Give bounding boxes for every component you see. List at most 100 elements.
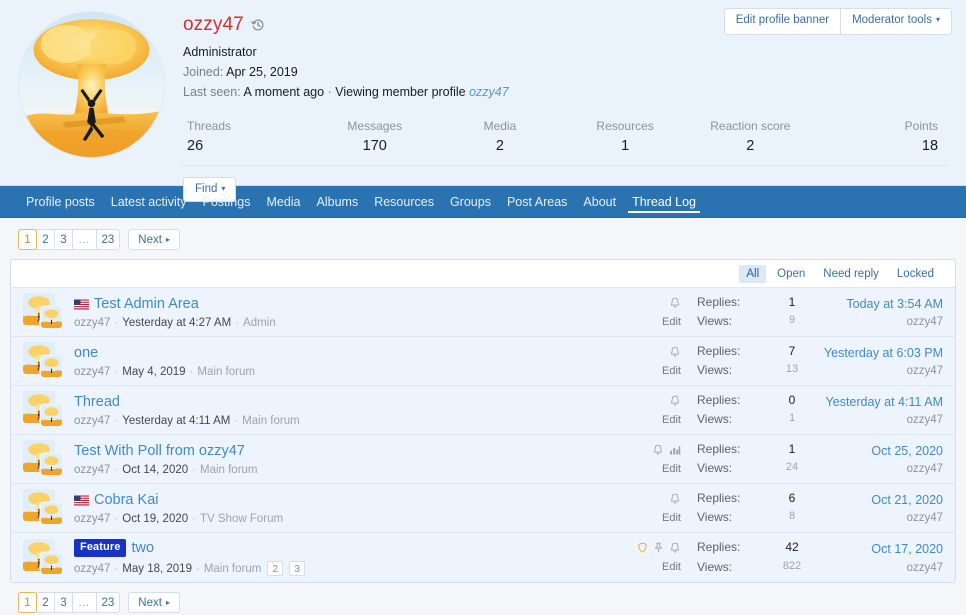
table-row[interactable]: Test Admin Area ozzy47 · Yesterday at 4:… — [11, 288, 955, 337]
bell-icon[interactable] — [669, 296, 681, 314]
thread-forum[interactable]: TV Show Forum — [200, 513, 283, 525]
views-count: 8 — [788, 510, 796, 522]
thread-forum[interactable]: Main forum — [242, 415, 300, 427]
last-message-date[interactable]: Yesterday at 6:03 PM — [815, 345, 943, 363]
thread-title[interactable]: one — [74, 344, 98, 362]
bell-icon[interactable] — [669, 492, 681, 510]
avatar[interactable] — [19, 12, 164, 157]
shield-icon[interactable] — [637, 541, 648, 559]
thread-page-link-3[interactable]: 3 — [289, 561, 306, 577]
edit-thread-link[interactable]: Edit — [662, 561, 681, 573]
thread-author[interactable]: ozzy47 — [74, 464, 110, 476]
filter-open[interactable]: Open — [770, 265, 812, 283]
table-row[interactable]: Test With Poll from ozzy47 ozzy47 · Oct … — [11, 435, 955, 484]
edit-thread-link[interactable]: Edit — [662, 316, 681, 328]
thread-author[interactable]: ozzy47 — [74, 317, 110, 329]
last-message-date[interactable]: Today at 3:54 AM — [815, 296, 943, 314]
history-icon[interactable] — [251, 18, 265, 32]
thread-forum[interactable]: Main forum — [204, 563, 262, 575]
bell-icon[interactable] — [652, 443, 664, 461]
avatar[interactable] — [23, 489, 65, 527]
tab-postings[interactable]: Postings — [195, 186, 259, 218]
page-button-3[interactable]: 3 — [54, 592, 73, 613]
thread-page-link-2[interactable]: 2 — [267, 561, 284, 577]
page-button-23[interactable]: 23 — [95, 592, 121, 613]
edit-thread-link[interactable]: Edit — [662, 512, 681, 524]
tab-albums[interactable]: Albums — [309, 186, 367, 218]
last-message: Oct 17, 2020 ozzy47 — [815, 541, 943, 574]
filter-need-reply[interactable]: Need reply — [816, 265, 886, 283]
page-button-3[interactable]: 3 — [54, 229, 73, 250]
last-seen-profile-link[interactable]: ozzy47 — [469, 85, 509, 99]
thread-stats: Replies: Views: 0 1 — [683, 391, 815, 429]
tab-groups[interactable]: Groups — [442, 186, 499, 218]
last-message-date[interactable]: Yesterday at 4:11 AM — [815, 394, 943, 412]
moderator-tools-button[interactable]: Moderator tools ▾ — [840, 8, 952, 35]
avatar[interactable] — [23, 391, 65, 429]
avatar[interactable] — [23, 538, 65, 577]
thread-forum[interactable]: Main forum — [200, 464, 258, 476]
tab-about[interactable]: About — [575, 186, 624, 218]
edit-thread-link[interactable]: Edit — [662, 414, 681, 426]
table-row[interactable]: Cobra Kai ozzy47 · Oct 19, 2020 · TV Sho… — [11, 484, 955, 533]
last-message: Yesterday at 6:03 PM ozzy47 — [815, 345, 943, 378]
last-message-user[interactable]: ozzy47 — [815, 365, 943, 377]
filter-locked[interactable]: Locked — [890, 265, 941, 283]
thread-title[interactable]: Test With Poll from ozzy47 — [74, 442, 245, 460]
bell-icon[interactable] — [669, 394, 681, 412]
bell-icon[interactable] — [669, 541, 681, 559]
page-button-1[interactable]: 1 — [18, 229, 37, 250]
thread-forum[interactable]: Admin — [243, 317, 276, 329]
page-button-1[interactable]: 1 — [18, 592, 37, 613]
edit-thread-link[interactable]: Edit — [662, 463, 681, 475]
tab-profile-posts[interactable]: Profile posts — [18, 186, 103, 218]
thread-title[interactable]: Cobra Kai — [94, 491, 158, 509]
next-page-button[interactable]: Next ▸ — [128, 592, 180, 613]
bell-icon[interactable] — [669, 345, 681, 363]
chevron-down-icon: ▾ — [935, 15, 940, 24]
thread-icons: Edit — [619, 395, 683, 426]
avatar[interactable] — [23, 440, 65, 478]
tab-latest-activity[interactable]: Latest activity — [103, 186, 195, 218]
table-row[interactable]: one ozzy47 · May 4, 2019 · Main forum Ed… — [11, 337, 955, 386]
thread-author[interactable]: ozzy47 — [74, 366, 110, 378]
edit-profile-banner-button[interactable]: Edit profile banner — [723, 8, 841, 35]
stat-value: 26 — [187, 138, 204, 154]
page-button-23[interactable]: 23 — [95, 229, 121, 250]
tab-resources[interactable]: Resources — [366, 186, 442, 218]
thread-title[interactable]: Test Admin Area — [94, 295, 199, 313]
last-message-user[interactable]: ozzy47 — [815, 562, 943, 574]
username[interactable]: ozzy47 — [183, 14, 244, 36]
table-row[interactable]: Feature two ozzy47 · May 18, 2019 · Main… — [11, 533, 955, 582]
last-message-date[interactable]: Oct 17, 2020 — [815, 541, 943, 559]
thread-forum[interactable]: Main forum — [197, 366, 255, 378]
pin-icon[interactable] — [653, 541, 664, 559]
last-message-date[interactable]: Oct 21, 2020 — [815, 492, 943, 510]
tab-media[interactable]: Media — [258, 186, 308, 218]
thread-author[interactable]: ozzy47 — [74, 415, 110, 427]
page-button-2[interactable]: 2 — [36, 592, 55, 613]
table-row[interactable]: Thread ozzy47 · Yesterday at 4:11 AM · M… — [11, 386, 955, 435]
thread-title[interactable]: two — [131, 539, 154, 557]
thread-title[interactable]: Thread — [74, 393, 120, 411]
poll-icon[interactable] — [669, 443, 681, 461]
thread-author[interactable]: ozzy47 — [74, 513, 110, 525]
thread-date: May 18, 2019 — [122, 562, 192, 575]
last-seen-separator: · — [327, 85, 332, 99]
thread-info: Test Admin Area ozzy47 · Yesterday at 4:… — [74, 295, 619, 329]
pagination-top: 1 2 3 … 23 Next ▸ — [0, 218, 966, 250]
tab-post-areas[interactable]: Post Areas — [499, 186, 575, 218]
thread-author[interactable]: ozzy47 — [74, 563, 110, 575]
next-page-button[interactable]: Next ▸ — [128, 229, 180, 250]
avatar[interactable] — [23, 342, 65, 380]
page-button-2[interactable]: 2 — [36, 229, 55, 250]
last-message-user[interactable]: ozzy47 — [815, 316, 943, 328]
last-message-date[interactable]: Oct 25, 2020 — [815, 443, 943, 461]
tab-thread-log[interactable]: Thread Log — [624, 186, 704, 218]
filter-all[interactable]: All — [739, 264, 767, 283]
last-message-user[interactable]: ozzy47 — [815, 512, 943, 524]
edit-thread-link[interactable]: Edit — [662, 365, 681, 377]
last-message-user[interactable]: ozzy47 — [815, 414, 943, 426]
avatar[interactable] — [23, 293, 65, 331]
last-message-user[interactable]: ozzy47 — [815, 463, 943, 475]
